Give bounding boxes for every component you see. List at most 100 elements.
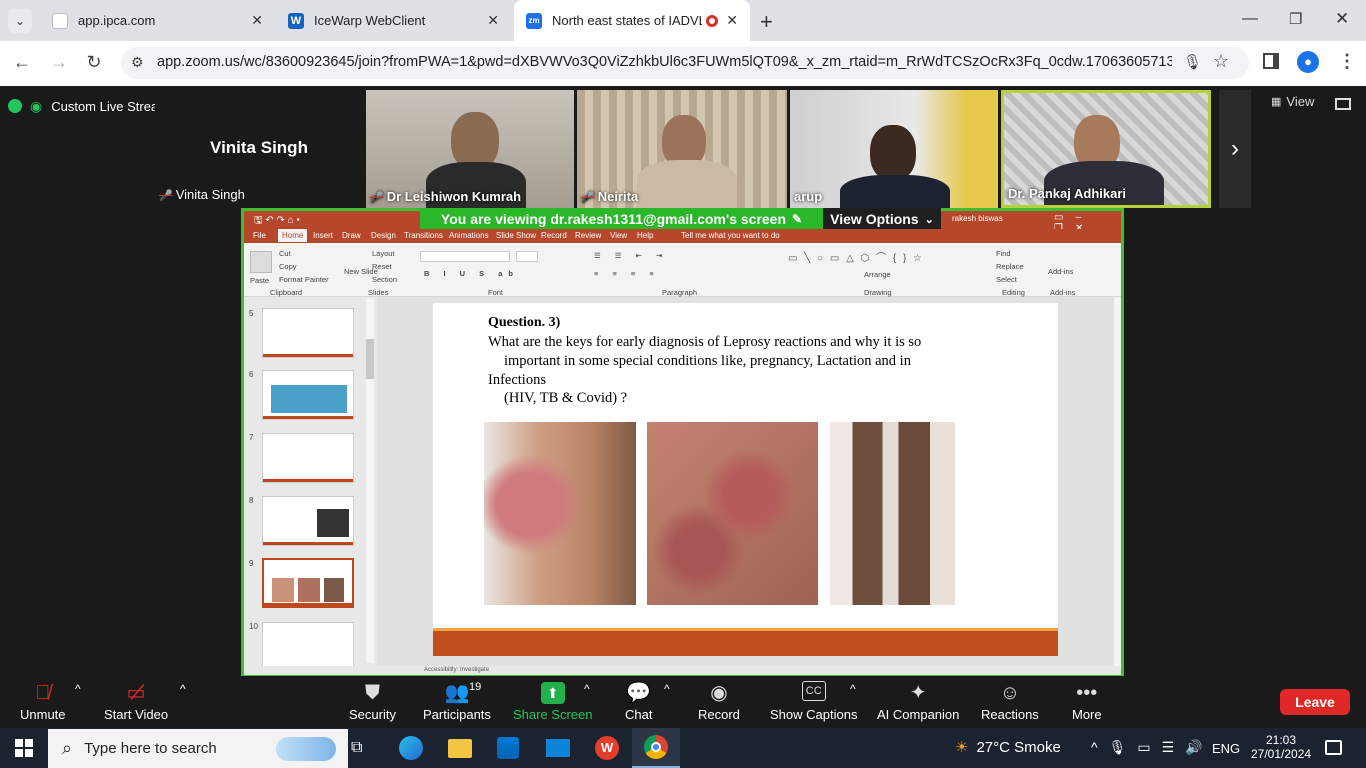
chat-button[interactable]: 💬 Chat: [625, 676, 652, 728]
minimize-icon[interactable]: —: [1242, 10, 1258, 28]
tab-icewarp[interactable]: W IceWarp WebClient ✕: [276, 0, 511, 41]
more-button[interactable]: ••• More: [1072, 676, 1102, 728]
video-options-caret-icon[interactable]: ^: [180, 682, 186, 696]
replace-button[interactable]: Replace: [996, 262, 1024, 271]
ppt-menu-transitions[interactable]: Transitions: [404, 231, 443, 240]
shapes-gallery[interactable]: ▭ ╲ ○ ▭ △ ⬡ ⌒ { } ☆: [788, 249, 924, 264]
taskbar-search[interactable]: ⌕ Type here to search: [48, 729, 348, 768]
profile-avatar[interactable]: ●: [1297, 51, 1319, 73]
ppt-menu-insert[interactable]: Insert: [313, 231, 333, 240]
url-text[interactable]: app.zoom.us/wc/83600923645/join?fromPWA=…: [157, 54, 1172, 70]
self-video-tile[interactable]: Vinita Singh Vinita Singh: [155, 90, 363, 208]
security-button[interactable]: ⛊ Security: [349, 676, 396, 728]
accessibility-status[interactable]: Accessibility: Investigate: [424, 667, 489, 673]
ppt-menu-review[interactable]: Review: [575, 231, 601, 240]
edge-icon[interactable]: [399, 736, 423, 760]
popout-icon[interactable]: [1335, 98, 1351, 110]
new-tab-icon[interactable]: +: [760, 9, 773, 35]
font-family-box[interactable]: [420, 251, 510, 262]
close-window-icon[interactable]: ✕: [1335, 9, 1349, 29]
slide-thumbnail[interactable]: [262, 496, 354, 546]
bookmark-star-icon[interactable]: ☆: [1213, 51, 1229, 72]
ppt-menu-record[interactable]: Record: [541, 231, 567, 240]
close-tab-icon[interactable]: ✕: [726, 12, 738, 29]
record-button[interactable]: ◉ Record: [698, 676, 740, 728]
show-captions-button[interactable]: CC Show Captions: [770, 676, 857, 728]
close-tab-icon[interactable]: ✕: [251, 12, 263, 29]
ppt-menu-animations[interactable]: Animations: [449, 231, 489, 240]
task-view-icon[interactable]: ⧉: [351, 739, 362, 757]
reload-icon[interactable]: ↻: [82, 52, 106, 73]
start-video-button[interactable]: ▭̸ Start Video: [104, 676, 168, 728]
paste-icon[interactable]: [250, 251, 272, 273]
copy-button[interactable]: Copy: [279, 262, 297, 271]
weather-widget[interactable]: ☀ 27°C Smoke: [955, 738, 1061, 757]
slide-thumbnail[interactable]: [262, 370, 354, 420]
slide-scrollbar[interactable]: [1114, 297, 1121, 666]
share-options-caret-icon[interactable]: ^: [584, 682, 590, 696]
ai-companion-button[interactable]: ✦ AI Companion: [877, 676, 959, 728]
addins-button[interactable]: Add-ins: [1048, 267, 1073, 276]
ppt-menu-help[interactable]: Help: [637, 231, 653, 240]
ppt-tell-me[interactable]: Tell me what you want to do: [681, 231, 780, 240]
chat-options-caret-icon[interactable]: ^: [664, 682, 670, 696]
microphone-icon[interactable]: 🎙: [1183, 53, 1202, 71]
ppt-menu-file[interactable]: File: [253, 231, 266, 240]
cut-button[interactable]: Cut: [279, 249, 291, 258]
find-button[interactable]: Find: [996, 249, 1011, 258]
chrome-taskbar-item[interactable]: [632, 728, 680, 768]
close-tab-icon[interactable]: ✕: [487, 12, 499, 29]
participant-tile[interactable]: Neirita: [577, 90, 787, 208]
view-button[interactable]: ▦ View: [1271, 94, 1314, 109]
back-icon[interactable]: ←: [10, 52, 34, 73]
section-button[interactable]: Section: [372, 275, 397, 284]
forward-icon[interactable]: →: [47, 52, 71, 73]
select-button[interactable]: Select: [996, 275, 1017, 284]
ppt-menu-draw[interactable]: Draw: [342, 231, 361, 240]
mail-icon[interactable]: [546, 739, 570, 757]
tray-icons[interactable]: ^🎙▭☰🔊: [1091, 739, 1214, 756]
arrange-button[interactable]: Arrange: [864, 270, 891, 279]
clock[interactable]: 21:03 27/01/2024: [1251, 733, 1311, 761]
layout-button[interactable]: Layout: [372, 249, 395, 258]
slide-thumbnail[interactable]: [262, 308, 354, 358]
ppt-menu-slideshow[interactable]: Slide Show: [496, 231, 536, 240]
ppt-menu-home[interactable]: Home: [278, 229, 308, 242]
tab-ipca[interactable]: app.ipca.com ✕: [40, 0, 275, 41]
windows-start-icon[interactable]: [15, 739, 33, 757]
unmute-button[interactable]: 🎙̸ Unmute: [20, 676, 66, 728]
share-screen-button[interactable]: ⬆ Share Screen: [513, 676, 593, 728]
slide-thumbnail-selected[interactable]: [262, 558, 354, 608]
site-settings-icon[interactable]: ⚙: [131, 54, 144, 71]
view-options-button[interactable]: View Options ⌄: [823, 208, 941, 230]
tab-zoom[interactable]: zm North east states of IADVL F ✕: [514, 0, 750, 41]
participant-tile[interactable]: arup: [790, 90, 998, 208]
reactions-button[interactable]: ☺ Reactions: [981, 676, 1039, 728]
restore-icon[interactable]: ❐: [1289, 10, 1302, 28]
notifications-icon[interactable]: [1325, 740, 1342, 755]
paragraph-icons[interactable]: ☰ ☰ ⇤ ⇥: [594, 251, 668, 260]
ppt-menu-design[interactable]: Design: [371, 231, 396, 240]
format-painter-button[interactable]: Format Painter: [279, 275, 329, 284]
leave-button[interactable]: Leave: [1280, 689, 1350, 715]
side-panel-icon[interactable]: [1263, 53, 1279, 69]
icewarp-taskbar-icon[interactable]: W: [595, 736, 619, 760]
next-page-arrow-icon[interactable]: ›: [1219, 90, 1251, 208]
menu-kebab-icon[interactable]: ⋮: [1338, 51, 1356, 72]
tab-search-icon[interactable]: ⌄: [8, 9, 32, 33]
participant-tile-active-speaker[interactable]: Dr. Pankaj Adhikari: [1001, 90, 1211, 208]
font-style-icons[interactable]: B I U S ab: [424, 269, 519, 278]
reset-button[interactable]: Reset: [372, 262, 392, 271]
ppt-menu-view[interactable]: View: [610, 231, 627, 240]
store-icon[interactable]: [497, 737, 519, 759]
file-explorer-icon[interactable]: [448, 739, 472, 758]
audio-options-caret-icon[interactable]: ^: [75, 682, 81, 696]
slide-thumbnail[interactable]: [262, 622, 354, 666]
align-icons[interactable]: ≡ ≡ ≡ ≡: [594, 269, 660, 278]
participant-tile[interactable]: Dr Leishiwon Kumrah: [366, 90, 574, 208]
captions-options-caret-icon[interactable]: ^: [850, 682, 856, 696]
slide-thumbnail[interactable]: [262, 433, 354, 483]
language-indicator[interactable]: ENG: [1212, 741, 1240, 756]
font-size-box[interactable]: [516, 251, 538, 262]
thumbnail-scrollbar[interactable]: [366, 299, 374, 663]
